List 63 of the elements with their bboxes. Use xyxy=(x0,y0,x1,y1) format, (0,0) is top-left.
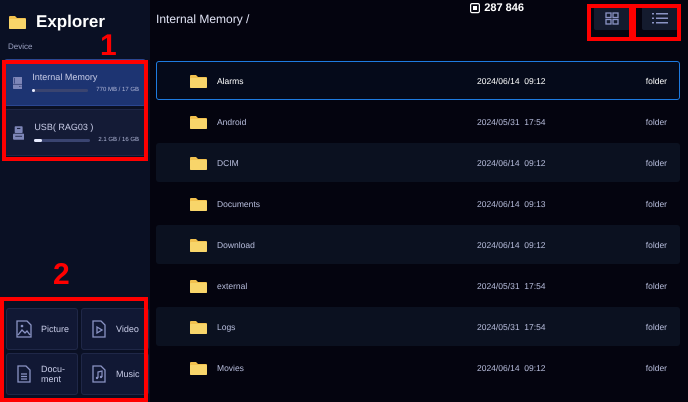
folder-icon xyxy=(190,156,207,170)
file-type: folder xyxy=(644,322,667,332)
callout-number: 2 xyxy=(53,260,70,290)
file-name: DCIM xyxy=(217,158,240,168)
file-type: folder xyxy=(644,76,667,86)
folder-icon xyxy=(190,114,207,128)
file-type: folder xyxy=(644,240,667,250)
category-button[interactable]: Picture xyxy=(6,308,78,350)
file-date: 2024/05/31 17:54 xyxy=(477,116,547,126)
file-row[interactable]: DCIM 2024/06/14 09:12 folder xyxy=(156,143,680,182)
file-name: Alarms xyxy=(217,76,244,86)
folder-icon xyxy=(190,278,207,292)
file-row[interactable]: Alarms 2024/06/14 09:12 folder xyxy=(156,61,680,100)
play-file-icon xyxy=(90,320,108,338)
folder-icon xyxy=(190,238,207,252)
callout-number: 1 xyxy=(100,31,117,61)
file-row[interactable]: Download 2024/06/14 09:12 folder xyxy=(156,225,680,264)
file-name: Documents xyxy=(217,198,261,208)
storage-name: USB( RAG03 ) xyxy=(34,122,94,132)
category-button[interactable]: Video xyxy=(81,308,149,350)
category-button[interactable]: Docu- ment xyxy=(6,353,78,395)
list-icon xyxy=(652,12,668,24)
section-label: Device xyxy=(8,42,32,51)
file-type: folder xyxy=(644,280,667,290)
folder-icon xyxy=(9,15,26,29)
file-date: 2024/06/14 09:12 xyxy=(477,76,547,86)
file-type: folder xyxy=(644,116,667,126)
file-row[interactable]: Android 2024/05/31 17:54 folder xyxy=(156,102,680,141)
highlight-frame xyxy=(587,4,633,41)
file-name: Download xyxy=(217,240,256,250)
file-type: folder xyxy=(644,158,667,168)
breadcrumb-path: Internal Memory / xyxy=(156,12,250,26)
badge-icon xyxy=(470,2,480,14)
folder-icon xyxy=(190,320,207,334)
file-name: Logs xyxy=(217,322,236,332)
file-name: Android xyxy=(217,116,248,126)
file-name: external xyxy=(217,280,248,290)
file-row[interactable]: Logs 2024/05/31 17:54 folder xyxy=(156,307,680,346)
file-date: 2024/06/14 09:12 xyxy=(477,158,547,168)
counter-text: 287 846 xyxy=(484,2,524,14)
folder-icon xyxy=(190,196,207,210)
file-date: 2024/05/31 17:54 xyxy=(477,322,547,332)
highlight-frame xyxy=(632,4,681,41)
storage-bar xyxy=(34,138,90,142)
file-date: 2024/06/14 09:12 xyxy=(477,362,547,372)
file-date: 2024/06/14 09:13 xyxy=(477,198,547,208)
file-date: 2024/05/31 17:54 xyxy=(477,280,547,290)
folder-icon xyxy=(190,360,207,374)
file-date: 2024/06/14 09:12 xyxy=(477,240,547,250)
file-type: folder xyxy=(644,362,667,372)
file-row[interactable]: Documents 2024/06/14 09:13 folder xyxy=(156,184,680,223)
grid-icon xyxy=(605,12,619,24)
image-icon xyxy=(15,320,33,338)
storage-name: Internal Memory xyxy=(32,72,98,82)
file-type: folder xyxy=(644,198,667,208)
document-icon xyxy=(15,365,33,383)
app-title: Explorer xyxy=(36,12,105,32)
folder-icon xyxy=(190,74,207,88)
file-name: Movies xyxy=(217,362,245,372)
category-button[interactable]: Music xyxy=(81,353,149,395)
music-file-icon xyxy=(90,365,108,383)
file-row[interactable]: external 2024/05/31 17:54 folder xyxy=(156,266,680,305)
file-row[interactable]: Movies 2024/06/14 09:12 folder xyxy=(156,348,680,387)
